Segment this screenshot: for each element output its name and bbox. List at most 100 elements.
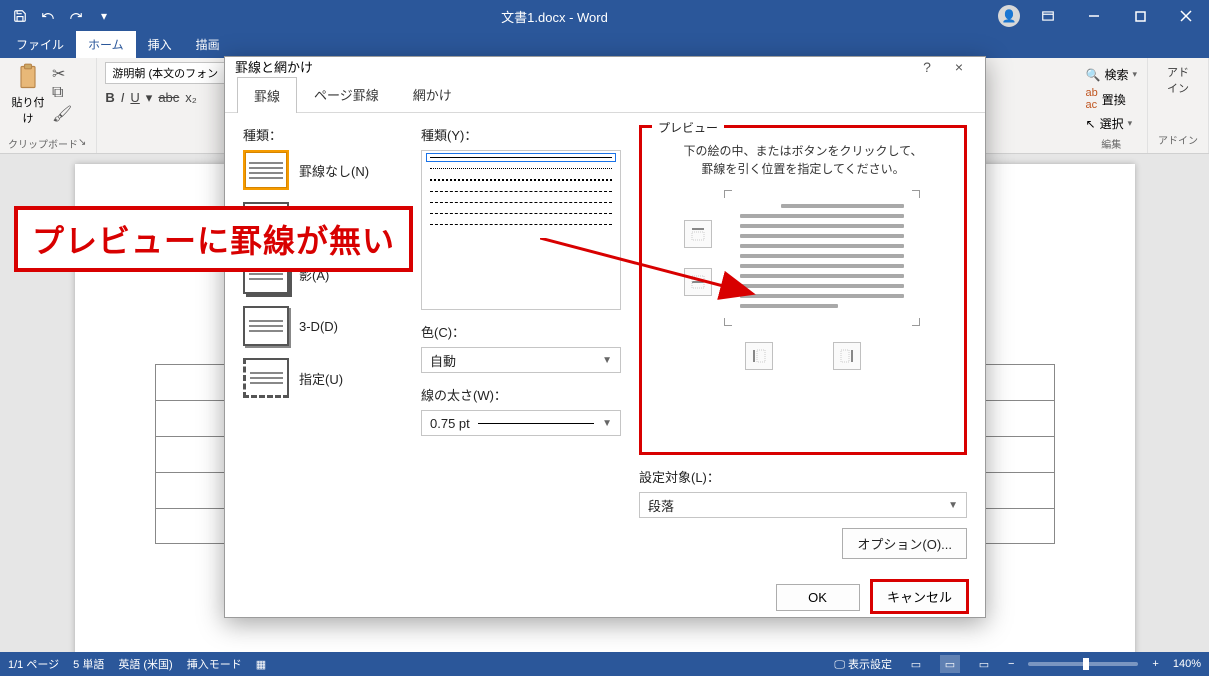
borders-shading-dialog: 罫線と網かけ ? × 罫線 ページ罫線 網かけ 種類： 罫線なし(N) 囲む(X… [224,56,986,618]
tab-file[interactable]: ファイル [4,31,76,58]
type-custom-label: 指定(U) [299,369,343,388]
user-avatar-icon: 👤 [998,5,1020,27]
tab-home[interactable]: ホーム [76,31,136,58]
document-title: 文書1.docx - Word [116,7,993,26]
chevron-down-icon: ▼ [602,418,612,429]
italic-button[interactable]: I [121,90,125,106]
type-none[interactable]: 罫線なし(N) [243,150,403,190]
qat-customize-icon[interactable]: ▾ [92,4,116,28]
underline-more-icon[interactable]: ▾ [146,90,153,106]
dialog-titlebar: 罫線と網かけ ? × [225,57,985,76]
clipboard-group: 貼り付け ✂ ⧉ 🖌 クリップボード ↘ [0,58,97,153]
ok-button[interactable]: OK [776,584,860,611]
zoom-in-icon[interactable]: + [1152,658,1158,670]
line-style-dashdotdot[interactable] [430,224,612,225]
clipboard-dialog-launcher-icon[interactable]: ↘ [78,137,88,148]
line-style-dashdot[interactable] [430,213,612,214]
status-mode[interactable]: 挿入モード [187,656,242,672]
chevron-down-icon: ▼ [602,355,612,366]
type-3d[interactable]: 3-D(D) [243,306,403,346]
cursor-icon: ↖ [1086,117,1096,131]
color-value: 自動 [430,351,456,370]
font-name-combo[interactable]: 游明朝 (本文のフォン [105,62,225,84]
editing-group-label: 編集 [1086,134,1138,151]
addin-group-label: アドイン [1158,130,1198,147]
minimize-icon[interactable] [1071,0,1117,32]
width-combo[interactable]: 0.75 pt ▼ [421,410,621,436]
quick-access-toolbar: ▾ [0,4,116,28]
format-painter-icon[interactable]: 🖌 [52,104,70,122]
status-macro-icon[interactable]: ▦ [256,658,266,671]
redo-icon[interactable] [64,4,88,28]
ribbon-tabs: ファイル ホーム 挿入 描画 [0,32,1209,58]
cut-icon[interactable]: ✂ [52,64,70,82]
copy-icon[interactable]: ⧉ [52,84,70,102]
style-label: 種類(Y)： [421,125,621,144]
status-bar: 1/1 ページ 5 単語 英語 (米国) 挿入モード ▦ 🖵 表示設定 ▭ ▭ … [0,652,1209,676]
status-language[interactable]: 英語 (米国) [118,656,172,672]
line-style-dotted-thick[interactable] [430,179,612,181]
dialog-close-icon[interactable]: × [943,59,975,75]
apply-to-label: 設定対象(L)： [639,467,967,486]
maximize-icon[interactable] [1117,0,1163,32]
account-button[interactable]: 👤 [993,0,1025,32]
find-button[interactable]: 🔍検索▾ [1086,64,1138,85]
read-mode-icon[interactable]: ▭ [906,655,926,673]
line-style-dash-sm[interactable] [430,202,612,203]
zoom-out-icon[interactable]: − [1008,658,1014,670]
tab-shading[interactable]: 網かけ [396,76,469,112]
preview-help: 下の絵の中、またはボタンをクリックして、罫線を引く位置を指定してください。 [654,142,952,178]
paste-button[interactable]: 貼り付け [8,62,48,126]
cancel-button[interactable]: キャンセル [872,581,967,612]
subscript-button[interactable]: x₂ [185,90,197,106]
tab-border[interactable]: 罫線 [237,77,297,113]
addin-button[interactable]: アド イン [1158,64,1198,96]
dialog-buttons: OK キャンセル [225,571,985,626]
clipboard-icon [12,62,44,94]
editing-group: 🔍検索▾ abac置換 ↖選択▾ 編集 [1076,58,1149,153]
annotation-callout: プレビューに罫線が無い [14,206,413,272]
undo-icon[interactable] [36,4,60,28]
ribbon-options-icon[interactable] [1025,0,1071,32]
zoom-level[interactable]: 140% [1173,658,1201,670]
paste-label: 貼り付け [8,94,48,126]
display-settings[interactable]: 🖵 表示設定 [834,656,892,672]
status-words[interactable]: 5 単語 [73,656,104,672]
clipboard-group-label: クリップボード [8,134,78,151]
dialog-help-icon[interactable]: ? [911,59,943,75]
dialog-title: 罫線と網かけ [235,57,911,76]
width-label: 線の太さ(W)： [421,385,621,404]
annotation-arrow-icon [540,238,770,308]
type-3d-label: 3-D(D) [299,319,338,334]
replace-icon: abac [1086,87,1098,111]
preview-left-border-button[interactable] [745,342,773,370]
options-button[interactable]: オプション(O)... [842,528,967,559]
select-button[interactable]: ↖選択▾ [1086,113,1138,134]
web-layout-icon[interactable]: ▭ [974,655,994,673]
window-controls [1025,0,1209,32]
bold-button[interactable]: B [105,90,114,106]
underline-button[interactable]: U [130,90,139,106]
tab-page-border[interactable]: ページ罫線 [297,76,396,112]
type-custom[interactable]: 指定(U) [243,358,403,398]
strike-button[interactable]: abc [158,90,179,106]
type-label: 種類： [243,125,403,144]
line-style-dotted[interactable] [430,168,612,169]
tab-insert[interactable]: 挿入 [136,31,184,58]
status-page[interactable]: 1/1 ページ [8,656,59,672]
line-style-dashed[interactable] [430,191,612,192]
title-bar: ▾ 文書1.docx - Word 👤 [0,0,1209,32]
width-value: 0.75 pt [430,416,470,431]
zoom-slider[interactable] [1028,662,1138,666]
color-combo[interactable]: 自動 ▼ [421,347,621,373]
print-layout-icon[interactable]: ▭ [940,655,960,673]
type-none-label: 罫線なし(N) [299,161,369,180]
apply-to-combo[interactable]: 段落 ▼ [639,492,967,518]
preview-right-border-button[interactable] [833,342,861,370]
save-icon[interactable] [8,4,32,28]
replace-button[interactable]: abac置換 [1086,85,1138,113]
tab-draw[interactable]: 描画 [184,31,232,58]
search-icon: 🔍 [1086,68,1101,82]
line-style-solid[interactable] [430,157,612,158]
close-icon[interactable] [1163,0,1209,32]
